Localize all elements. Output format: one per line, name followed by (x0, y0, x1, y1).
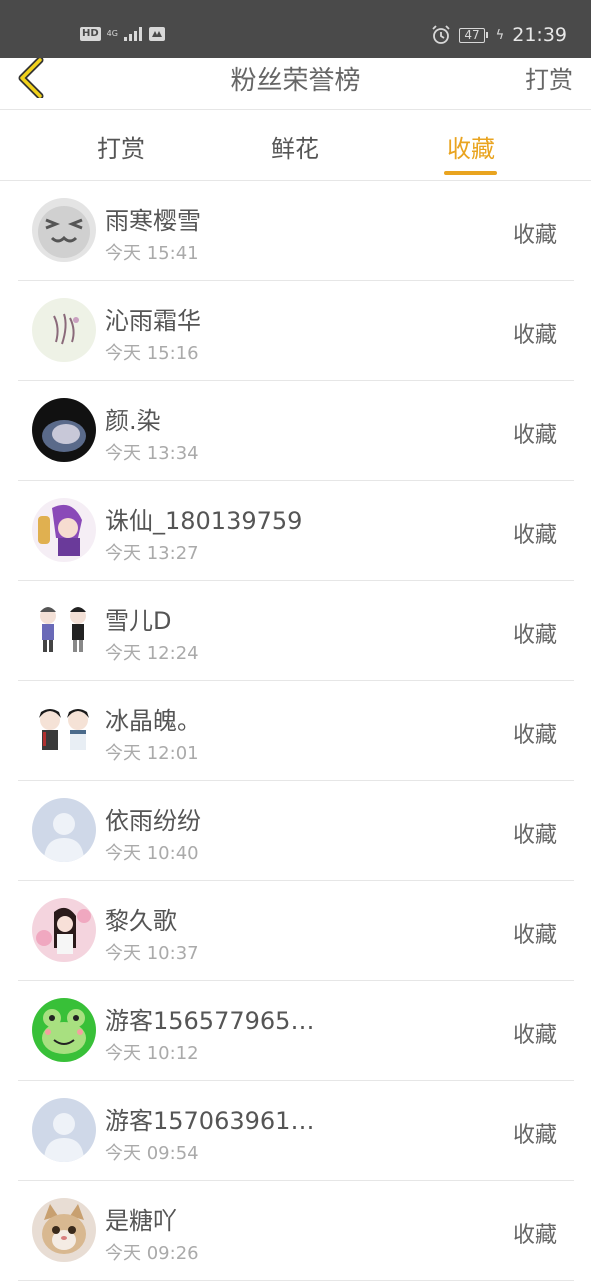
action-label: 收藏 (512, 1023, 557, 1048)
fan-name: 是糖吖 (105, 1207, 177, 1235)
action-label: 收藏 (512, 323, 557, 348)
fan-time: 今天 10:40 (105, 843, 199, 864)
avatar[interactable] (32, 398, 96, 462)
fan-name: 雪儿D (105, 607, 172, 635)
tab-favorites[interactable]: 收藏 (426, 129, 516, 164)
battery-level: 47 (459, 27, 485, 43)
fan-name: 依雨纷纷 (105, 807, 201, 835)
fan-name: 冰晶魄。 (105, 707, 201, 735)
list-item[interactable]: 颜.染 今天 13:34 收藏 (18, 381, 574, 481)
avatar[interactable] (32, 1098, 96, 1162)
fan-name: 诛仙_180139759 (105, 507, 303, 535)
fan-time: 今天 09:26 (105, 1243, 199, 1264)
fan-time: 今天 10:12 (105, 1043, 199, 1064)
charging-icon: ϟ (495, 27, 505, 43)
status-bar: HD 4G 47 ϟ 21:39 (0, 0, 591, 58)
tab-bar: 打赏 鲜花 收藏 (0, 111, 591, 181)
fan-time: 今天 10:37 (105, 943, 199, 964)
battery-icon: 47 (459, 27, 488, 43)
network-type: 4G (106, 29, 118, 38)
list-item[interactable]: 雪儿D 今天 12:24 收藏 (18, 581, 574, 681)
list-item[interactable]: 游客1565779657... 今天 10:12 收藏 (18, 981, 574, 1081)
fan-time: 今天 15:41 (105, 243, 199, 264)
fan-time: 今天 12:24 (105, 643, 199, 664)
tab-reward[interactable]: 打赏 (76, 129, 166, 164)
status-right: 47 ϟ 21:39 (431, 24, 567, 46)
avatar[interactable] (32, 598, 96, 662)
action-label: 收藏 (512, 1223, 557, 1248)
fan-name: 雨寒樱雪 (105, 207, 201, 235)
list-item[interactable]: 沁雨霜华 今天 15:16 收藏 (18, 281, 574, 381)
avatar[interactable] (32, 698, 96, 762)
action-label: 收藏 (512, 923, 557, 948)
avatar[interactable] (32, 798, 96, 862)
fan-time: 今天 13:34 (105, 443, 199, 464)
action-label: 收藏 (512, 523, 557, 548)
alarm-icon (432, 25, 451, 44)
avatar[interactable] (32, 998, 96, 1062)
active-tab-indicator (444, 171, 497, 175)
avatar[interactable] (32, 198, 96, 262)
notification-icon (148, 27, 165, 41)
action-label: 收藏 (512, 423, 557, 448)
action-label: 收藏 (512, 223, 557, 248)
status-left: HD 4G (80, 26, 166, 42)
fan-time: 今天 13:27 (105, 543, 199, 564)
list-item[interactable]: 雨寒樱雪 今天 15:41 收藏 (18, 181, 574, 281)
avatar[interactable] (32, 498, 96, 562)
list-item[interactable]: 依雨纷纷 今天 10:40 收藏 (18, 781, 574, 881)
reward-button[interactable]: 打赏 (525, 60, 573, 95)
action-label: 收藏 (512, 823, 557, 848)
fan-list: 雨寒樱雪 今天 15:41 收藏 沁雨霜华 今天 15:16 收藏 颜.染 今天… (0, 181, 591, 1281)
fan-name: 沁雨霜华 (105, 307, 201, 335)
list-item[interactable]: 是糖吖 今天 09:26 收藏 (18, 1181, 574, 1281)
fan-time: 今天 09:54 (105, 1143, 199, 1164)
avatar[interactable] (32, 1198, 96, 1262)
action-label: 收藏 (512, 623, 557, 648)
avatar[interactable] (32, 298, 96, 362)
fan-name: 游客1565779657... (105, 1007, 325, 1035)
action-label: 收藏 (512, 1123, 557, 1148)
fan-name: 黎久歌 (105, 907, 177, 935)
fan-name: 游客1570639612... (105, 1107, 325, 1135)
tab-flowers[interactable]: 鲜花 (250, 129, 340, 164)
avatar[interactable] (32, 898, 96, 962)
hd-badge: HD (80, 27, 101, 41)
fan-time: 今天 15:16 (105, 343, 199, 364)
list-item[interactable]: 黎久歌 今天 10:37 收藏 (18, 881, 574, 981)
fan-time: 今天 12:01 (105, 743, 199, 764)
list-item[interactable]: 冰晶魄。 今天 12:01 收藏 (18, 681, 574, 781)
action-label: 收藏 (512, 723, 557, 748)
fan-name: 颜.染 (105, 407, 161, 435)
page-title: 粉丝荣誉榜 (230, 66, 361, 96)
clock: 21:39 (512, 24, 567, 46)
signal-icon (123, 27, 142, 41)
list-item[interactable]: 诛仙_180139759 今天 13:27 收藏 (18, 481, 574, 581)
list-item[interactable]: 游客1570639612... 今天 09:54 收藏 (18, 1081, 574, 1181)
nav-bar: 粉丝荣誉榜 打赏 (0, 56, 591, 110)
